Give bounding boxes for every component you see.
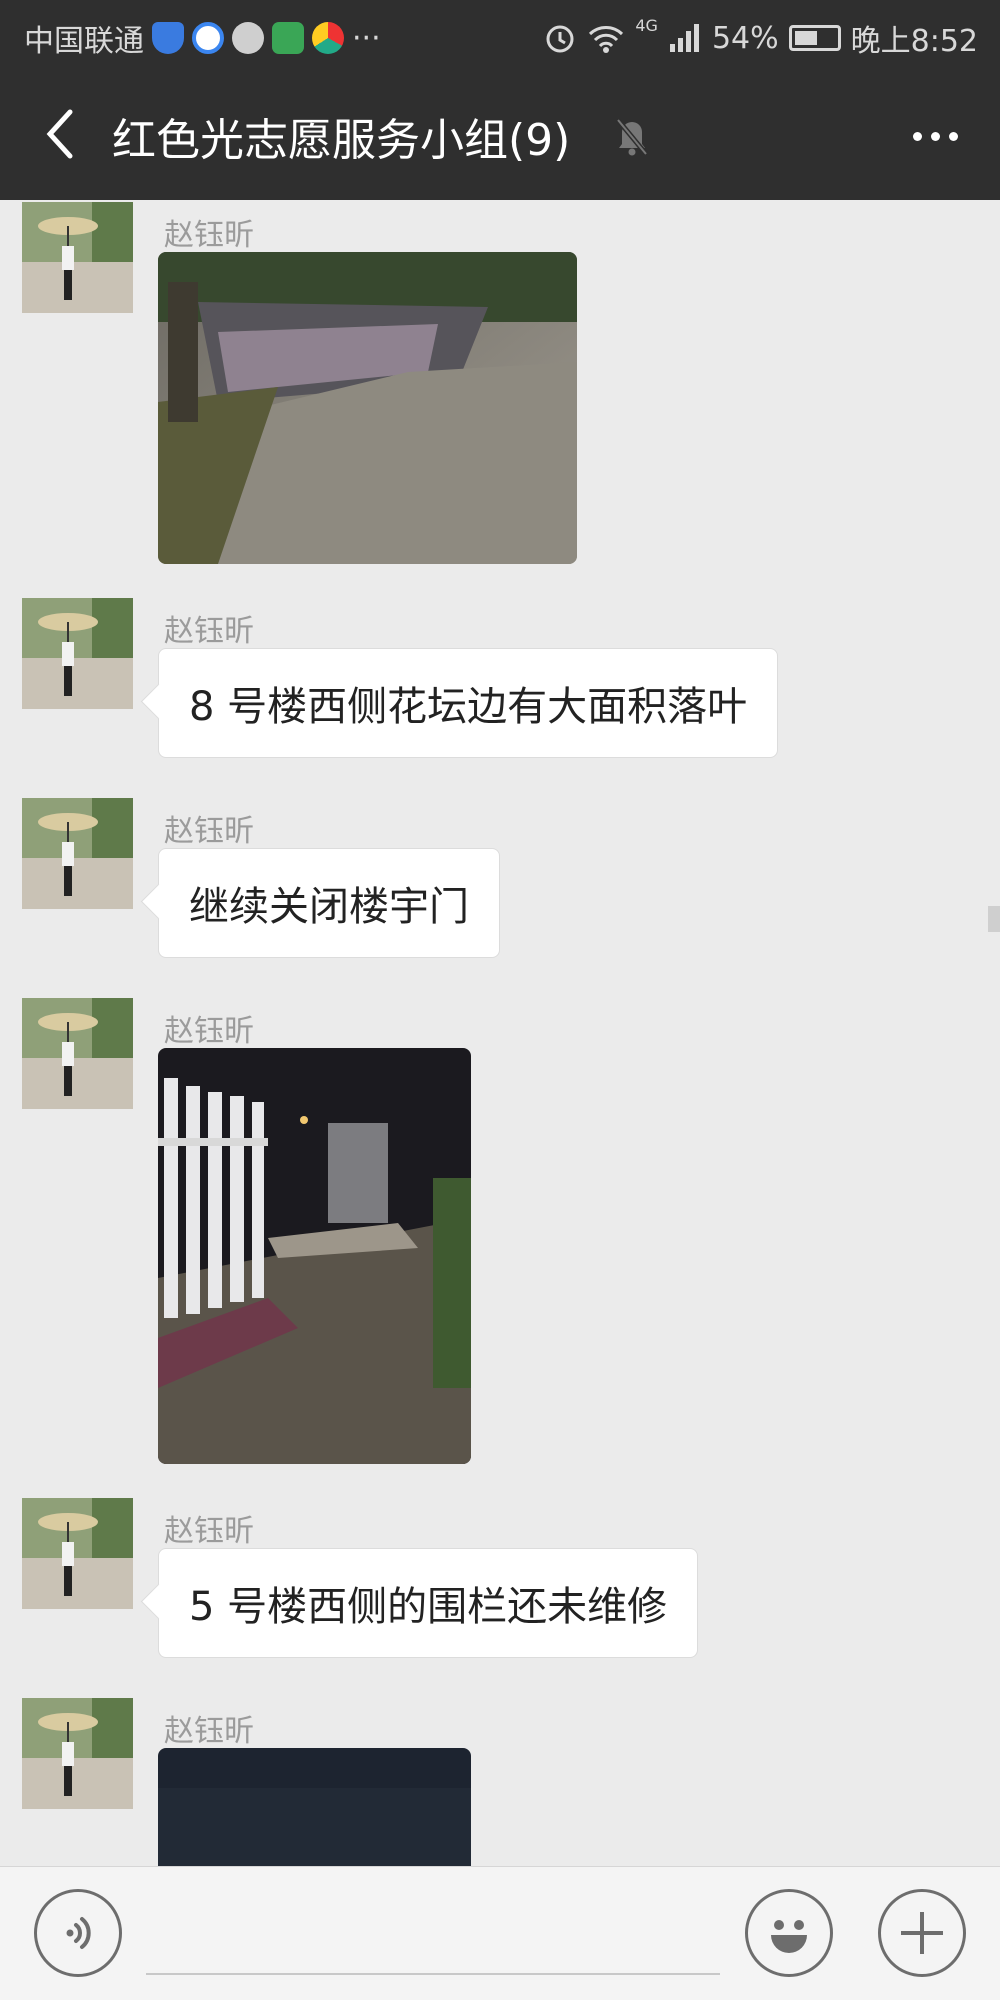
sender-name: 赵钰昕 bbox=[164, 1514, 254, 1549]
chat-app-icon bbox=[232, 22, 264, 54]
photo-message[interactable] bbox=[158, 1748, 471, 1866]
photo-message[interactable] bbox=[158, 252, 577, 564]
sender-name: 赵钰昕 bbox=[164, 218, 254, 253]
status-bar: 中国联通 ··· 4G 54% 晚上8:52 bbox=[0, 0, 1000, 70]
scroll-indicator[interactable] bbox=[988, 906, 1000, 932]
mute-bell-icon bbox=[616, 118, 648, 156]
shield-app-icon bbox=[152, 22, 184, 54]
green-app-icon bbox=[272, 22, 304, 54]
plus-icon bbox=[901, 1912, 943, 1954]
message-text: 继续关闭楼宇门 bbox=[189, 884, 469, 930]
more-notifications: ··· bbox=[352, 20, 381, 56]
voice-button[interactable] bbox=[34, 1889, 122, 1977]
voice-icon bbox=[66, 1917, 91, 1949]
alarm-icon bbox=[546, 25, 574, 53]
avatar[interactable] bbox=[22, 1698, 133, 1809]
sender-name: 赵钰昕 bbox=[164, 1014, 254, 1049]
message-text: 8 号楼西侧花坛边有大面积落叶 bbox=[189, 684, 748, 730]
message-text: 5 号楼西侧的围栏还未维修 bbox=[189, 1584, 668, 1630]
message-list[interactable]: 赵钰昕 赵钰昕 8 号楼西侧花坛边有大面积落叶 赵钰昕 继续关闭楼宇门 赵钰昕 … bbox=[0, 200, 1000, 1866]
status-left: 中国联通 ··· bbox=[24, 16, 381, 60]
sender-name: 赵钰昕 bbox=[164, 1714, 254, 1749]
text-bubble[interactable]: 8 号楼西侧花坛边有大面积落叶 bbox=[158, 648, 779, 758]
back-arrow-icon bbox=[46, 109, 73, 159]
more-dots-icon bbox=[912, 131, 958, 141]
clock: 晚上8:52 bbox=[850, 24, 978, 59]
text-bubble[interactable]: 继续关闭楼宇门 bbox=[158, 848, 500, 958]
avatar[interactable] bbox=[22, 1498, 133, 1609]
network-type: 4G bbox=[635, 16, 658, 35]
carrier-label: 中国联通 bbox=[24, 24, 144, 59]
status-right: 4G 54% 晚上8:52 bbox=[543, 16, 978, 60]
avatar[interactable] bbox=[22, 798, 133, 909]
chat-header: 红色光志愿服务小组(9) bbox=[0, 70, 1000, 200]
plus-button[interactable] bbox=[878, 1889, 966, 1977]
input-bar bbox=[0, 1866, 1000, 2000]
battery-icon bbox=[788, 25, 841, 51]
emoji-button[interactable] bbox=[745, 1889, 833, 1977]
signal-icon bbox=[669, 24, 699, 52]
rings-app-icon bbox=[192, 22, 224, 54]
browser-app-icon bbox=[312, 22, 344, 54]
message-input[interactable] bbox=[146, 1895, 720, 1975]
avatar[interactable] bbox=[22, 598, 133, 709]
wifi-icon bbox=[589, 26, 624, 53]
avatar[interactable] bbox=[22, 202, 133, 313]
sender-name: 赵钰昕 bbox=[164, 614, 254, 649]
avatar[interactable] bbox=[22, 998, 133, 1109]
photo-message[interactable] bbox=[158, 1048, 471, 1464]
text-bubble[interactable]: 5 号楼西侧的围栏还未维修 bbox=[158, 1548, 699, 1658]
emoji-icon bbox=[771, 1920, 807, 1953]
back-button[interactable] bbox=[28, 102, 92, 166]
battery-percent: 54% bbox=[711, 20, 779, 56]
chat-title: 红色光志愿服务小组(9) bbox=[112, 115, 571, 166]
more-button[interactable] bbox=[900, 108, 970, 164]
sender-name: 赵钰昕 bbox=[164, 814, 254, 849]
